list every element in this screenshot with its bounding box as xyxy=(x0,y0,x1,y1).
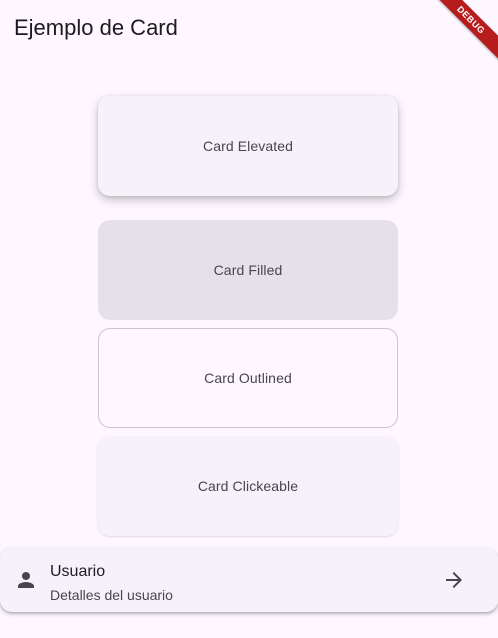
card-outlined-label: Card Outlined xyxy=(204,370,292,386)
app-bar: Ejemplo de Card xyxy=(0,0,498,56)
list-tile-title: Usuario xyxy=(50,563,106,580)
app-screen: Ejemplo de Card DEBUG Card Elevated Card… xyxy=(0,0,498,638)
list-tile-subtitle: Detalles del usuario xyxy=(50,587,173,603)
card-clickeable[interactable]: Card Clickeable xyxy=(98,436,398,536)
person-icon xyxy=(14,568,38,592)
card-clickeable-label: Card Clickeable xyxy=(197,478,299,494)
card-elevated: Card Elevated xyxy=(98,96,398,196)
arrow-forward-icon[interactable] xyxy=(442,568,466,592)
page-title: Ejemplo de Card xyxy=(14,15,178,40)
card-outlined: Card Outlined xyxy=(98,328,398,428)
card-elevated-label: Card Elevated xyxy=(202,138,294,154)
card-filled-label: Card Filled xyxy=(213,262,283,278)
card-filled: Card Filled xyxy=(98,220,398,320)
user-list-tile[interactable]: Usuario Detalles del usuario xyxy=(0,548,498,612)
